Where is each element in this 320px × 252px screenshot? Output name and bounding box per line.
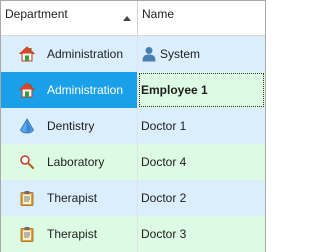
clipboard-icon bbox=[19, 226, 35, 242]
table-row[interactable]: Therapist Doctor 2 bbox=[1, 180, 265, 216]
department-cell[interactable]: Dentistry bbox=[1, 108, 138, 144]
name-label: System bbox=[160, 47, 201, 61]
table-row[interactable]: Administration System bbox=[1, 36, 265, 72]
table-row[interactable]: Dentistry Doctor 1 bbox=[1, 108, 265, 144]
tooth-icon bbox=[19, 118, 35, 134]
department-label: Administration bbox=[47, 83, 124, 97]
house-icon bbox=[18, 46, 36, 62]
department-cell[interactable]: Administration bbox=[1, 36, 138, 72]
name-label: Employee 1 bbox=[141, 83, 208, 97]
column-header-name-label: Name bbox=[142, 7, 175, 21]
department-label: Laboratory bbox=[47, 155, 105, 169]
table-row[interactable]: Administration Employee 1 bbox=[1, 72, 265, 108]
name-label: Doctor 2 bbox=[141, 191, 187, 205]
department-cell[interactable]: Therapist bbox=[1, 180, 138, 216]
department-cell[interactable]: Laboratory bbox=[1, 144, 138, 180]
name-cell[interactable]: Doctor 4 bbox=[138, 144, 265, 180]
department-label: Therapist bbox=[47, 227, 98, 241]
department-cell[interactable]: Administration bbox=[1, 72, 138, 108]
name-cell[interactable]: Doctor 3 bbox=[138, 216, 265, 252]
name-label: Doctor 4 bbox=[141, 155, 187, 169]
name-cell[interactable]: Doctor 2 bbox=[138, 180, 265, 216]
name-cell[interactable]: System bbox=[138, 36, 265, 72]
column-header-department-label: Department bbox=[5, 7, 68, 21]
column-header-department[interactable]: Department bbox=[1, 1, 138, 35]
department-label: Therapist bbox=[47, 191, 98, 205]
sort-ascending-icon bbox=[123, 16, 131, 21]
name-cell[interactable]: Employee 1 bbox=[138, 72, 265, 108]
clipboard-icon bbox=[19, 190, 35, 206]
department-label: Administration bbox=[47, 47, 124, 61]
name-label: Doctor 3 bbox=[141, 227, 187, 241]
house-icon bbox=[18, 82, 36, 98]
data-grid: Department Name Administration System Admi… bbox=[0, 0, 266, 252]
user-icon bbox=[141, 46, 157, 62]
department-label: Dentistry bbox=[47, 119, 95, 133]
department-cell[interactable]: Therapist bbox=[1, 216, 138, 252]
name-cell[interactable]: Doctor 1 bbox=[138, 108, 265, 144]
table-row[interactable]: Laboratory Doctor 4 bbox=[1, 144, 265, 180]
magnifier-icon bbox=[19, 154, 35, 170]
table-row[interactable]: Therapist Doctor 3 bbox=[1, 216, 265, 252]
name-label: Doctor 1 bbox=[141, 119, 187, 133]
grid-header: Department Name bbox=[1, 1, 265, 36]
column-header-name[interactable]: Name bbox=[138, 1, 265, 35]
